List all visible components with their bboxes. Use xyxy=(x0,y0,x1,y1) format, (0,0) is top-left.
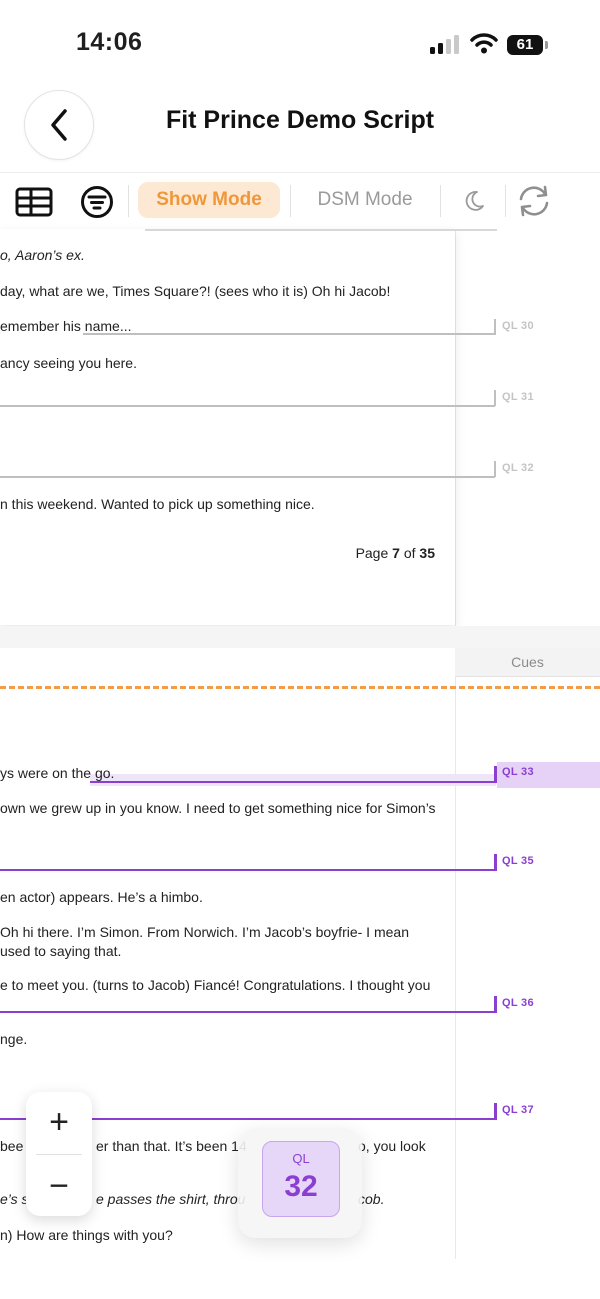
dsm-mode-button[interactable]: DSM Mode xyxy=(300,182,430,218)
current-cue-type: QL xyxy=(292,1151,310,1166)
battery-icon: 61 xyxy=(507,35,549,55)
cue-marker-line xyxy=(0,405,495,407)
cue-label[interactable]: QL 32 xyxy=(502,462,534,474)
battery-level: 61 xyxy=(507,35,543,55)
cue-label[interactable]: QL 31 xyxy=(502,391,534,403)
zoom-control: + − xyxy=(26,1092,92,1216)
current-cue-highlight xyxy=(90,774,496,786)
script-line: Oh hi there. I’m Simon. From Norwich. I’… xyxy=(0,924,409,940)
cue-marker-tick xyxy=(494,319,496,335)
cue-label[interactable]: QL 33 xyxy=(502,766,534,778)
status-time: 14:06 xyxy=(76,28,143,56)
script-line: own we grew up in you know. I need to ge… xyxy=(0,800,436,816)
current-position-indicator xyxy=(0,686,600,689)
current-cue-button[interactable]: QL 32 xyxy=(262,1141,340,1217)
zoom-out-button[interactable]: − xyxy=(26,1156,92,1216)
cue-marker-tick xyxy=(494,766,497,783)
cue-marker-line xyxy=(83,333,495,335)
wifi-icon xyxy=(470,33,498,54)
page-title: Fit Prince Demo Script xyxy=(165,106,435,134)
cue-label[interactable]: QL 30 xyxy=(502,320,534,332)
script-line: o, Aaron’s ex. xyxy=(0,247,85,263)
current-cue-number: 32 xyxy=(284,1170,318,1203)
sync-icon[interactable] xyxy=(516,185,552,217)
script-line: ancy seeing you here. xyxy=(0,355,137,371)
cues-column-header: Cues xyxy=(455,648,600,677)
show-mode-button[interactable]: Show Mode xyxy=(138,182,280,218)
zoom-in-button[interactable]: + xyxy=(26,1092,92,1152)
cue-marker-line xyxy=(0,476,495,478)
script-line: ys were on the go. xyxy=(0,765,115,781)
cue-marker-line xyxy=(90,781,496,783)
script-line: o, you look xyxy=(358,1138,426,1154)
cellular-signal-icon xyxy=(430,35,459,54)
cue-marker-tick xyxy=(494,461,496,477)
dark-mode-moon-icon[interactable] xyxy=(462,189,486,213)
script-line: er than that. It’s been 14 xyxy=(96,1138,247,1154)
filter-icon[interactable] xyxy=(80,185,114,219)
script-line: e’s s xyxy=(0,1191,29,1207)
script-line: n) How are things with you? xyxy=(0,1227,173,1243)
cue-marker-tick xyxy=(494,854,497,871)
script-line: e to meet you. (turns to Jacob) Fiancé! … xyxy=(0,977,431,993)
script-line: nge. xyxy=(0,1031,28,1047)
script-line: bee xyxy=(0,1138,24,1154)
cue-label[interactable]: QL 36 xyxy=(502,997,534,1009)
cue-label[interactable]: QL 37 xyxy=(502,1104,534,1116)
script-line: e passes the shirt, throu xyxy=(96,1191,246,1207)
script-line: used to saying that. xyxy=(0,943,122,959)
table-view-icon[interactable] xyxy=(15,187,53,217)
cue-marker-line xyxy=(0,1011,496,1013)
script-line: emember his name... xyxy=(0,318,132,334)
cue-label[interactable]: QL 35 xyxy=(502,855,534,867)
script-line: en actor) appears. He’s a himbo. xyxy=(0,889,203,905)
page-separator xyxy=(0,626,600,648)
cue-marker-tick xyxy=(494,996,497,1013)
script-line: n this weekend. Wanted to pick up someth… xyxy=(0,496,315,512)
page-number: Page 7 of 35 xyxy=(355,545,435,561)
cue-marker-line xyxy=(0,869,496,871)
cue-marker-tick xyxy=(494,390,496,406)
script-line: day, what are we, Times Square?! (sees w… xyxy=(0,283,391,299)
cue-marker-tick xyxy=(494,1103,497,1120)
